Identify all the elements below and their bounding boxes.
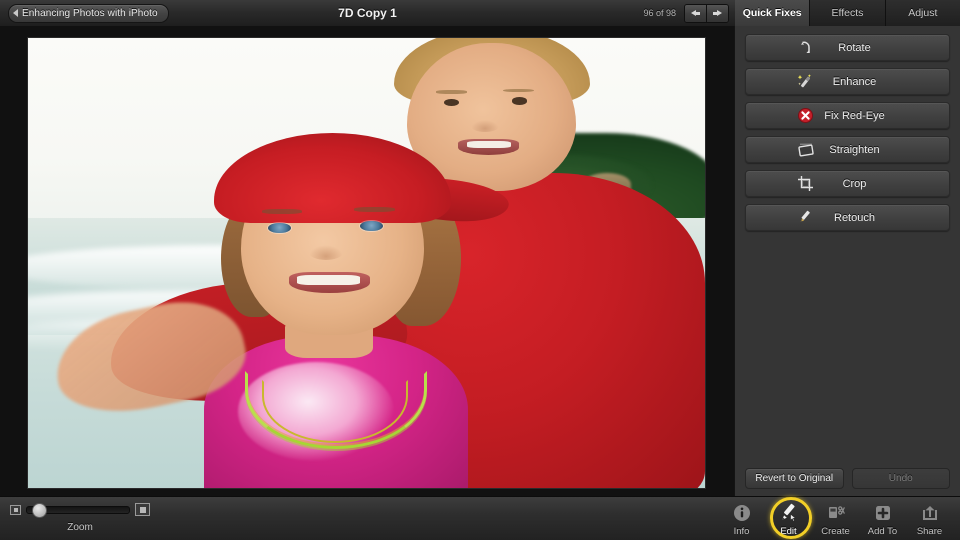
revert-to-original-label: Revert to Original [755,473,834,484]
straighten-icon [796,140,816,160]
tab-adjust-label: Adjust [908,7,938,19]
red-eye-icon [796,106,816,126]
toolbar-item-edit[interactable]: Edit [766,497,812,539]
toolbar-item-create[interactable]: Create [813,501,858,537]
rotate-icon [796,38,816,58]
iphoto-window: Enhancing Photos with iPhoto 7D Copy 1 9… [0,0,960,540]
straighten-button[interactable]: Straighten [745,136,950,163]
info-circle-icon [730,501,754,525]
edit-pencil-icon [777,501,801,525]
tab-effects-label: Effects [831,7,864,19]
bottom-toolbar: Zoom Info Edit Create Add To Share [0,496,960,540]
photo-count-label: 96 of 98 [643,8,676,18]
nav-arrow-group [684,3,729,23]
tab-quick-fixes-label: Quick Fixes [742,7,802,19]
toolbar-item-share[interactable]: Share [907,501,952,537]
enhance-label: Enhance [832,75,877,88]
toolbar-item-info-label: Info [733,526,750,537]
zoom-slider[interactable] [26,502,130,518]
previous-photo-button[interactable] [685,4,706,22]
toolbar-item-edit-label: Edit [780,526,797,537]
toolbar-item-info[interactable]: Info [719,501,764,537]
photo-image [28,38,705,488]
retouch-label: Retouch [834,211,875,224]
fix-red-eye-label: Fix Red-Eye [824,109,885,122]
tab-adjust[interactable]: Adjust [884,0,960,26]
create-project-icon [824,501,848,525]
rotate-button[interactable]: Rotate [745,34,950,61]
next-photo-button[interactable] [706,4,728,22]
photo-viewer[interactable] [0,26,735,497]
tool-cluster: Info Edit Create Add To Share [719,497,952,539]
quick-fixes-list: Rotate Enhance Fix Red-Eye Straighten Cr… [735,26,960,231]
top-bar: Enhancing Photos with iPhoto 7D Copy 1 9… [0,0,735,27]
zoom-slider-handle[interactable] [32,502,47,518]
rotate-label: Rotate [838,41,871,54]
toolbar-item-share-label: Share [916,526,943,537]
crop-label: Crop [842,177,867,190]
retouch-pencil-icon [796,208,816,228]
tab-effects[interactable]: Effects [809,0,884,26]
photo-canvas[interactable] [28,38,705,488]
photo-navigation: 96 of 98 [643,3,729,23]
magic-wand-icon [796,72,816,92]
toolbar-item-add-to-label: Add To [867,526,898,537]
undo-label: Undo [888,473,913,484]
zoom-control: Zoom [10,502,150,533]
retouch-button[interactable]: Retouch [745,204,950,231]
quick-fixes-panel: Rotate Enhance Fix Red-Eye Straighten Cr… [734,26,960,497]
toolbar-item-add-to[interactable]: Add To [860,501,905,537]
toolbar-item-create-label: Create [821,526,850,537]
crop-icon [796,174,816,194]
share-arrow-icon [918,501,942,525]
tab-quick-fixes[interactable]: Quick Fixes [735,0,810,26]
straighten-label: Straighten [829,143,880,156]
breadcrumb-back-button[interactable]: Enhancing Photos with iPhoto [8,3,169,23]
undo-button[interactable]: Undo [851,468,950,489]
plus-square-icon [871,501,895,525]
crop-button[interactable]: Crop [745,170,950,197]
edit-tab-bar: Quick Fixes Effects Adjust [735,0,960,27]
enhance-button[interactable]: Enhance [745,68,950,95]
small-image-icon [10,504,21,515]
revert-to-original-button[interactable]: Revert to Original [745,468,844,489]
zoom-label: Zoom [67,522,93,533]
large-image-icon [135,503,150,516]
arrow-left-icon [691,10,700,16]
breadcrumb-label: Enhancing Photos with iPhoto [22,7,158,19]
arrow-right-icon [713,10,722,16]
back-arrow-icon [13,9,18,17]
panel-action-buttons: Revert to Original Undo [735,468,960,489]
fix-red-eye-button[interactable]: Fix Red-Eye [745,102,950,129]
